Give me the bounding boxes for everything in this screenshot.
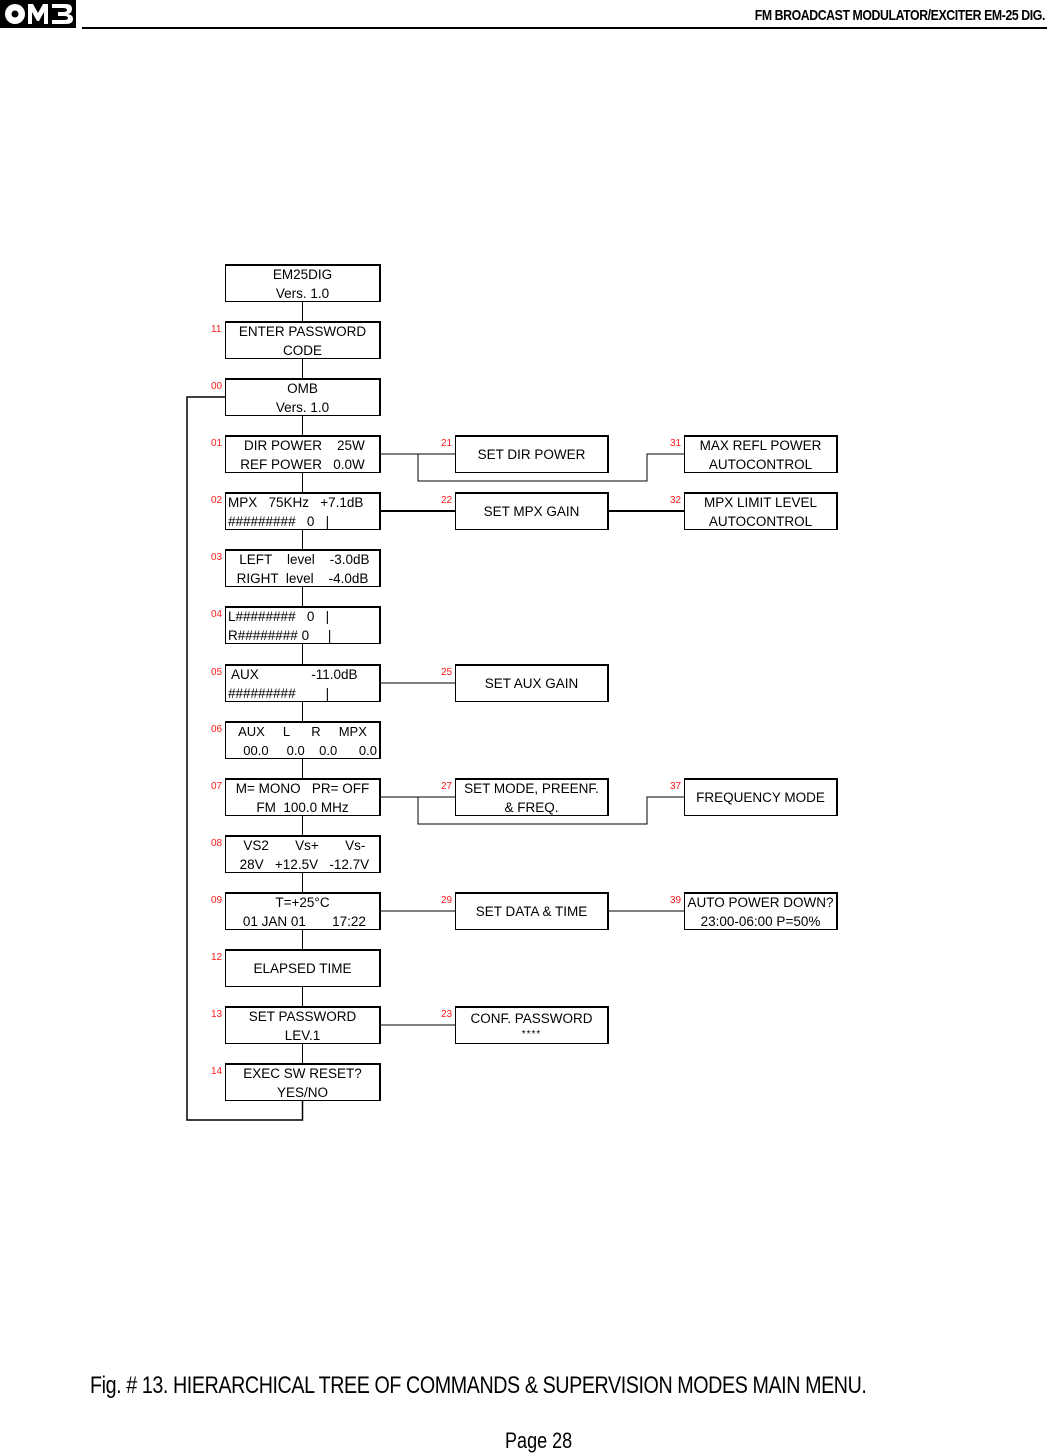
- menu-node-line: FM 100.0 MHz: [256, 799, 349, 815]
- menu-code-label: 09: [211, 895, 223, 906]
- menu-node-line: 00.0 0.0 0.0 0.0: [243, 742, 377, 758]
- menu-code-label: 06: [211, 724, 223, 735]
- menu-node-meters: AUX L R MPX 00.0 0.0 0.0 0.0: [225, 721, 381, 759]
- menu-code-label: 13: [211, 1009, 223, 1020]
- menu-node-line: SET AUX GAIN: [484, 676, 579, 691]
- menu-code-label: 03: [211, 552, 223, 563]
- menu-code-label: 39: [670, 895, 682, 906]
- menu-node-set-password: SET PASSWORD LEV.1: [225, 1006, 381, 1044]
- menu-code-label: 25: [441, 667, 453, 678]
- menu-node-set-mode-freq: SET MODE, PREENF. & FREQ.: [455, 778, 609, 816]
- menu-node-temp-date: T=+25°C 01 JAN 01 17:22: [225, 892, 381, 930]
- menu-code-label: 14: [211, 1066, 223, 1077]
- menu-node-line: ######### 0 |: [228, 513, 330, 529]
- menu-node-line: & FREQ.: [504, 799, 559, 815]
- menu-code-label: 23: [441, 1009, 453, 1020]
- menu-node-frequency-mode: FREQUENCY MODE: [684, 778, 838, 816]
- menu-node-power: DIR POWER 25W REF POWER 0.0W: [225, 435, 381, 473]
- menu-node-line: M= MONO PR= OFF: [235, 780, 370, 796]
- menu-code-label: 22: [441, 495, 453, 506]
- menu-node-line: REF POWER 0.0W: [240, 456, 365, 472]
- menu-node-line: AUX -11.0dB: [228, 666, 358, 682]
- menu-node-line: LEFT level -3.0dB: [235, 551, 370, 567]
- menu-node-auto-power-down: AUTO POWER DOWN? 23:00-06:00 P=50%: [684, 892, 838, 930]
- menu-node-enter-password: ENTER PASSWORD CODE: [225, 321, 381, 359]
- menu-node-line: Vers. 1.0: [275, 399, 330, 415]
- menu-node-line: T=+25°C: [275, 894, 330, 910]
- menu-node-set-dir-power: SET DIR POWER: [455, 435, 609, 473]
- menu-node-line: AUTO POWER DOWN?: [687, 894, 834, 910]
- menu-node-line: EXEC SW RESET?: [243, 1065, 362, 1081]
- menu-node-line: SET MPX GAIN: [483, 504, 580, 519]
- menu-node-set-mpx-gain: SET MPX GAIN: [455, 492, 609, 530]
- menu-node-line: DIR POWER 25W: [240, 437, 365, 453]
- menu-node-line: SET MODE, PREENF.: [464, 780, 599, 796]
- menu-code-label: 37: [670, 781, 682, 792]
- menu-node-lr-bars: L######## 0 | R######## 0 |: [225, 606, 381, 644]
- menu-node-mpx: MPX 75KHz +7.1dB ######### 0 |: [225, 492, 381, 530]
- menu-node-elapsed-time: ELAPSED TIME: [225, 949, 381, 987]
- menu-code-label: 05: [211, 667, 223, 678]
- figure-caption: Fig. # 13. HIERARCHICAL TREE OF COMMANDS…: [90, 1372, 867, 1399]
- page-number: Page 28: [505, 1428, 573, 1453]
- menu-node-line: FREQUENCY MODE: [696, 790, 825, 805]
- menu-node-line: MPX LIMIT LEVEL: [703, 494, 818, 510]
- menu-node-sw-reset: EXEC SW RESET? YES/NO: [225, 1063, 381, 1101]
- menu-node-line: CONF. PASSWORD: [470, 1011, 593, 1026]
- menu-code-label: 12: [211, 952, 223, 963]
- menu-node-line: EM25DIG: [272, 266, 333, 282]
- menu-node-mode: M= MONO PR= OFF FM 100.0 MHz: [225, 778, 381, 816]
- menu-node-line: MPX 75KHz +7.1dB: [228, 494, 364, 510]
- menu-node-levels: LEFT level -3.0dB RIGHT level -4.0dB: [225, 549, 381, 587]
- menu-node-line: ****: [521, 1029, 542, 1040]
- menu-code-label: 31: [670, 438, 682, 449]
- menu-node-mpx-limit: MPX LIMIT LEVEL AUTOCONTROL: [684, 492, 838, 530]
- menu-code-label: 27: [441, 781, 453, 792]
- menu-node-line: SET PASSWORD: [248, 1008, 357, 1024]
- menu-node-line: CODE: [282, 342, 322, 358]
- menu-node-line: RIGHT level -4.0dB: [236, 570, 369, 586]
- menu-node-line: ENTER PASSWORD: [238, 323, 367, 339]
- menu-node-line: 23:00-06:00 P=50%: [700, 913, 821, 929]
- menu-code-label: 08: [211, 838, 223, 849]
- menu-node-line: R######## 0 |: [228, 627, 332, 643]
- menu-node-set-data-time: SET DATA & TIME: [455, 892, 609, 930]
- menu-node-line: Vers. 1.0: [275, 285, 330, 301]
- menu-node-line: 01 JAN 01 17:22: [239, 913, 366, 929]
- menu-node-line: SET DIR POWER: [477, 447, 586, 462]
- menu-node-line: LEV.1: [284, 1027, 321, 1043]
- menu-code-label: 32: [670, 495, 682, 506]
- menu-node-line: ######### |: [228, 685, 330, 701]
- menu-code-label: 01: [211, 438, 223, 449]
- menu-code-label: 29: [441, 895, 453, 906]
- menu-code-label: 21: [441, 438, 453, 449]
- menu-node-set-aux-gain: SET AUX GAIN: [455, 664, 609, 702]
- menu-code-label: 00: [211, 381, 223, 392]
- menu-node-line: MAX REFL POWER: [699, 437, 822, 453]
- menu-code-label: 11: [211, 324, 222, 335]
- menu-code-label: 02: [211, 495, 223, 506]
- menu-node-conf-password: CONF. PASSWORD ****: [455, 1006, 609, 1044]
- menu-node-line: L######## 0 |: [228, 608, 330, 624]
- menu-node-line: SET DATA & TIME: [475, 904, 588, 919]
- menu-node-line: 28V +12.5V -12.7V: [235, 856, 370, 872]
- menu-node-max-refl-power: MAX REFL POWER AUTOCONTROL: [684, 435, 838, 473]
- menu-node-line: AUTOCONTROL: [708, 456, 813, 472]
- menu-node-voltages: VS2 Vs+ Vs- 28V +12.5V -12.7V: [225, 835, 381, 873]
- menu-node-em25dig: EM25DIG Vers. 1.0: [225, 264, 381, 302]
- menu-node-line: AUX L R MPX: [238, 723, 367, 739]
- menu-code-label: 04: [211, 609, 223, 620]
- menu-node-line: AUTOCONTROL: [708, 513, 813, 529]
- menu-tree-connectors: [186, 302, 684, 1121]
- menu-node-line: YES/NO: [276, 1084, 328, 1100]
- menu-node-line: OMB: [287, 380, 318, 396]
- menu-code-label: 07: [211, 781, 223, 792]
- menu-node-aux: AUX -11.0dB ######### |: [225, 664, 381, 702]
- menu-node-omb-version: OMB Vers. 1.0: [225, 378, 381, 416]
- menu-node-line: VS2 Vs+ Vs-: [239, 837, 366, 853]
- menu-node-line: ELAPSED TIME: [253, 961, 352, 976]
